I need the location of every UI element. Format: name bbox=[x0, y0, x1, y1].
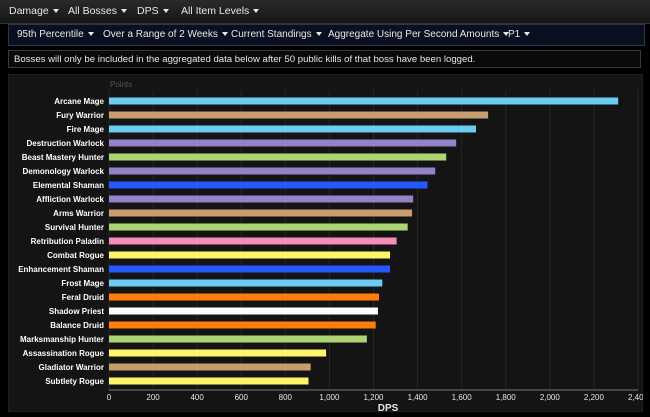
category-label: Assassination Rogue bbox=[23, 349, 105, 358]
category-label: Combat Rogue bbox=[47, 251, 104, 260]
category-label: Elemental Shaman bbox=[33, 181, 104, 190]
chevron-down-icon bbox=[162, 9, 169, 14]
category-label: Destruction Warlock bbox=[27, 139, 105, 148]
category-label: Beast Mastery Hunter bbox=[22, 153, 104, 162]
x-tick-label: 0 bbox=[107, 393, 112, 402]
phase-dropdown[interactable]: P1 bbox=[508, 25, 531, 45]
bar[interactable] bbox=[109, 209, 413, 217]
x-tick-label: 1,800 bbox=[496, 393, 517, 402]
x-tick-label: 800 bbox=[279, 393, 293, 402]
category-label: Subtlety Rogue bbox=[45, 377, 104, 386]
range-dropdown[interactable]: Over a Range of 2 Weeks bbox=[103, 25, 228, 45]
category-label: Feral Druid bbox=[62, 293, 104, 302]
category-label: Survival Hunter bbox=[45, 223, 104, 232]
chevron-down-icon bbox=[253, 9, 260, 14]
x-tick-label: 2,000 bbox=[540, 393, 561, 402]
percentile-dropdown[interactable]: 95th Percentile bbox=[17, 25, 94, 45]
category-label: Affliction Warlock bbox=[36, 195, 104, 204]
x-tick-label: 2,400 bbox=[628, 393, 643, 402]
chart-container: Points Arcane Mage Fury Warrior Fire Mage D… bbox=[7, 73, 649, 414]
bar[interactable] bbox=[109, 223, 408, 231]
chevron-down-icon bbox=[524, 32, 531, 37]
bar[interactable] bbox=[109, 265, 391, 273]
x-tick-label: 2,200 bbox=[584, 393, 605, 402]
chevron-down-icon bbox=[52, 9, 59, 14]
menu-bar: Damage All Bosses DPS All Item Levels bbox=[0, 0, 650, 24]
category-label: Demonology Warlock bbox=[23, 167, 105, 176]
bar[interactable] bbox=[109, 153, 447, 161]
aggregation-notice: Bosses will only be included in the aggr… bbox=[8, 50, 641, 68]
bar[interactable] bbox=[109, 363, 311, 371]
legend-label: Points bbox=[110, 80, 132, 89]
bar[interactable] bbox=[109, 111, 489, 119]
mode-menu-label: DPS bbox=[137, 5, 159, 17]
x-tick-label: 400 bbox=[190, 393, 204, 402]
bar[interactable] bbox=[109, 181, 428, 189]
item-level-menu-label: All Item Levels bbox=[181, 5, 250, 17]
x-tick-label: 200 bbox=[146, 393, 160, 402]
bar[interactable] bbox=[109, 349, 327, 357]
bar[interactable] bbox=[109, 293, 380, 301]
x-tick-label: 1,600 bbox=[452, 393, 473, 402]
boss-menu-label: All Bosses bbox=[68, 5, 118, 17]
x-tick-label: 1,400 bbox=[408, 393, 429, 402]
x-axis-label: DPS bbox=[378, 403, 399, 412]
bar[interactable] bbox=[109, 167, 436, 175]
item-level-menu[interactable]: All Item Levels bbox=[181, 0, 260, 23]
dps-bar-chart: Points Arcane Mage Fury Warrior Fire Mage D… bbox=[7, 73, 649, 414]
category-label: Fury Warrior bbox=[56, 111, 104, 120]
phase-label: P1 bbox=[508, 29, 521, 40]
bar[interactable] bbox=[109, 377, 309, 385]
chevron-down-icon bbox=[315, 32, 322, 37]
bar[interactable] bbox=[109, 125, 476, 133]
category-label: Arms Warrior bbox=[53, 209, 104, 218]
category-label: Frost Mage bbox=[61, 279, 104, 288]
category-label: Marksmanship Hunter bbox=[20, 335, 104, 344]
aggregate-label: Aggregate Using Per Second Amounts bbox=[328, 29, 500, 40]
percentile-label: 95th Percentile bbox=[17, 29, 84, 40]
category-label: Arcane Mage bbox=[54, 97, 104, 106]
category-label: Retribution Paladin bbox=[31, 237, 104, 246]
standings-label: Current Standings bbox=[231, 29, 312, 40]
x-tick-label: 1,000 bbox=[319, 393, 340, 402]
bar[interactable] bbox=[109, 335, 367, 343]
filter-bar: 95th Percentile Over a Range of 2 Weeks … bbox=[8, 24, 645, 46]
bar[interactable] bbox=[109, 237, 397, 245]
category-label: Fire Mage bbox=[67, 125, 105, 134]
mode-menu[interactable]: DPS bbox=[137, 0, 169, 23]
bar[interactable] bbox=[109, 97, 619, 105]
aggregate-dropdown[interactable]: Aggregate Using Per Second Amounts bbox=[328, 25, 510, 45]
boss-menu[interactable]: All Bosses bbox=[68, 0, 128, 23]
bar[interactable] bbox=[109, 321, 376, 329]
category-label: Enhancement Shaman bbox=[18, 265, 104, 274]
bar[interactable] bbox=[109, 139, 457, 147]
bar[interactable] bbox=[109, 307, 378, 315]
chevron-down-icon bbox=[121, 9, 128, 14]
category-labels: Arcane Mage Fury Warrior Fire Mage Destruct… bbox=[18, 97, 104, 386]
range-label: Over a Range of 2 Weeks bbox=[103, 29, 218, 40]
bar[interactable] bbox=[109, 195, 414, 203]
x-tick-label: 600 bbox=[235, 393, 249, 402]
category-label: Gladiator Warrior bbox=[39, 363, 105, 372]
x-tick-label: 1,200 bbox=[363, 393, 384, 402]
bar[interactable] bbox=[109, 279, 383, 287]
chevron-down-icon bbox=[87, 32, 94, 37]
standings-dropdown[interactable]: Current Standings bbox=[231, 25, 322, 45]
chevron-down-icon bbox=[221, 32, 228, 37]
metric-menu-label: Damage bbox=[9, 5, 49, 17]
bar[interactable] bbox=[109, 251, 391, 259]
category-label: Shadow Priest bbox=[49, 307, 104, 316]
metric-menu[interactable]: Damage bbox=[9, 0, 59, 23]
category-label: Balance Druid bbox=[50, 321, 104, 330]
